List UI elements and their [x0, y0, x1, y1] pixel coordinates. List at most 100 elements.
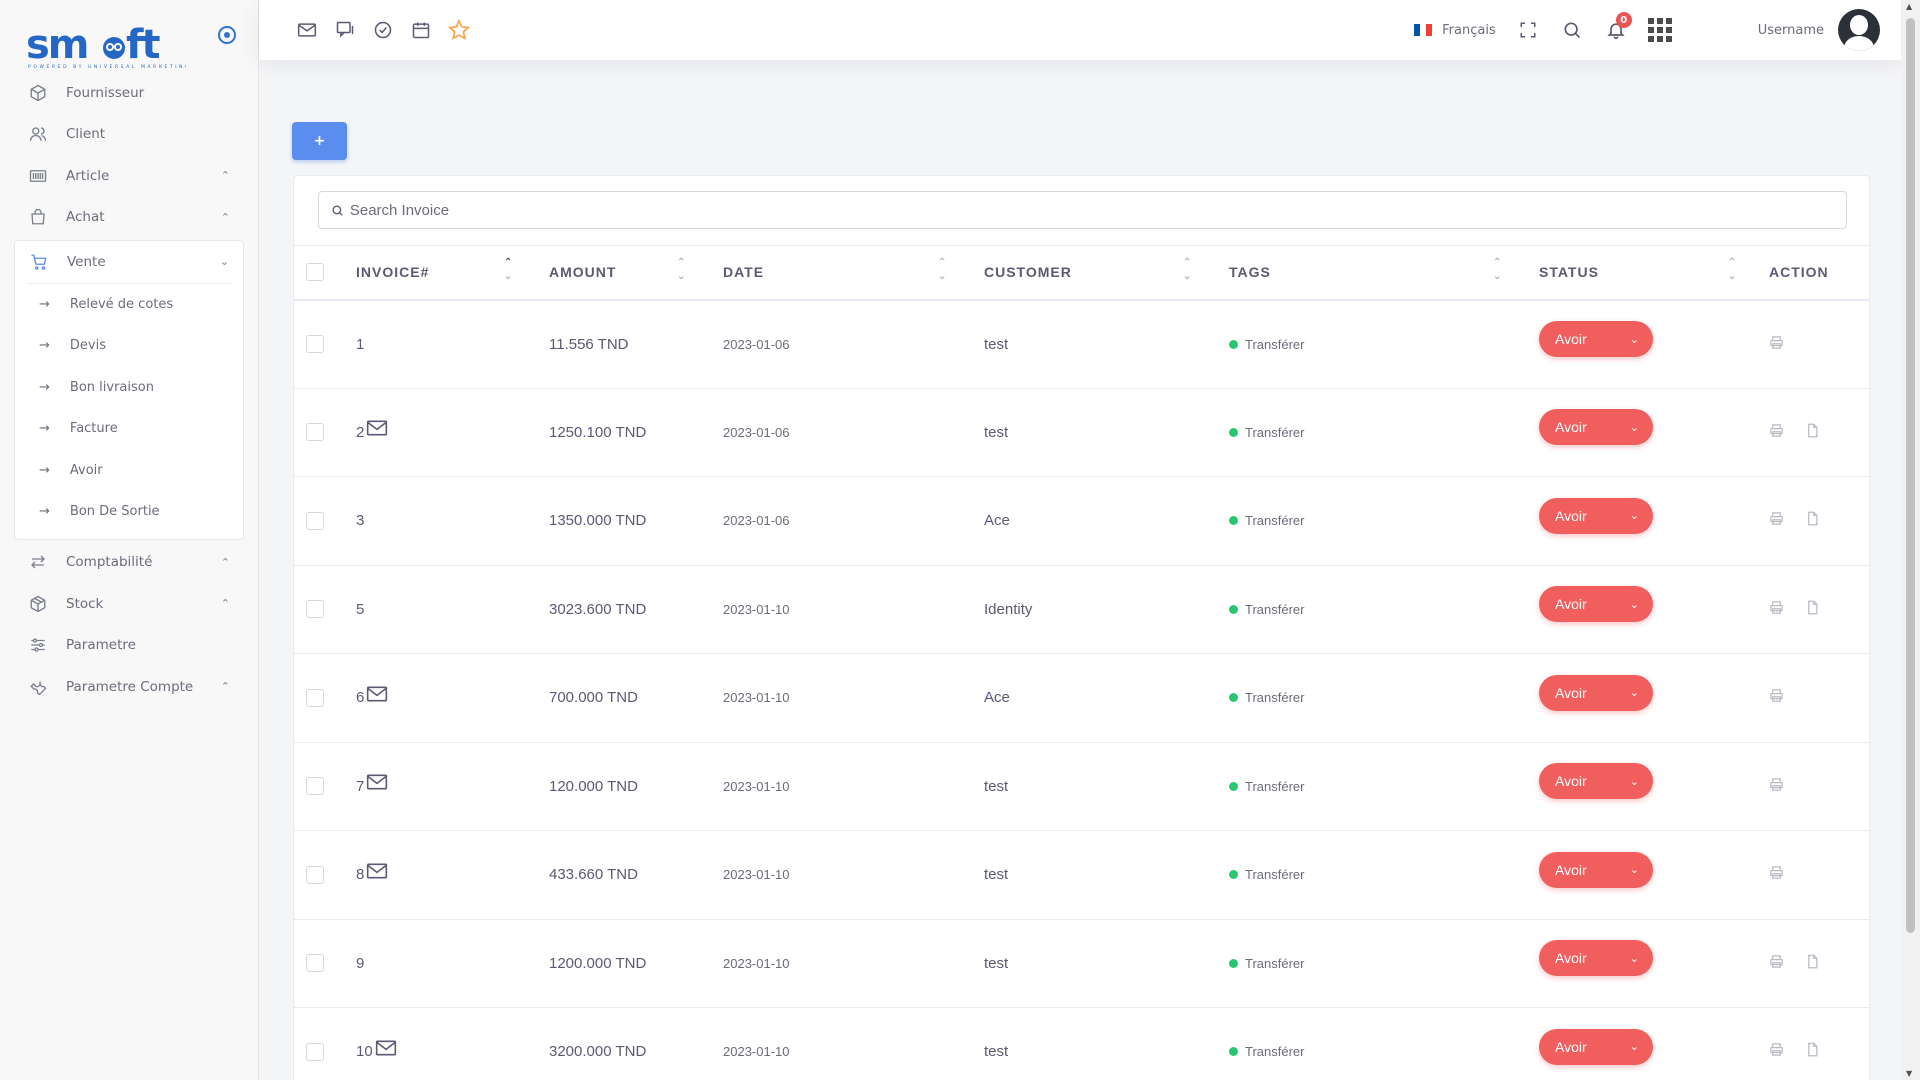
- file-icon[interactable]: [1805, 423, 1821, 439]
- sidebar-subitem-devis[interactable]: → Devis: [15, 325, 243, 367]
- sidebar-item-parametre-compte[interactable]: Parametre Compte ⌃: [14, 666, 244, 708]
- header-tags[interactable]: TAGS ⌃ ⌄: [1229, 246, 1539, 300]
- sidebar-item-vente[interactable]: Vente ⌄: [15, 241, 243, 283]
- invoice-number[interactable]: 3: [356, 512, 364, 529]
- table-row[interactable]: 8 433.660 TND 2023-01-10 test Transférer…: [294, 831, 1871, 919]
- sidebar-item-stock[interactable]: Stock ⌃: [14, 583, 244, 625]
- mail-icon[interactable]: [375, 1040, 397, 1060]
- row-checkbox[interactable]: [306, 511, 324, 530]
- brand-logo[interactable]: sm ft POWERED BY UNIVERSAL MARKETING: [26, 20, 189, 70]
- status-dropdown-button[interactable]: Avoir ⌄: [1539, 321, 1653, 357]
- calendar-icon[interactable]: [409, 18, 433, 42]
- sidebar-toggle-icon[interactable]: [218, 26, 236, 44]
- invoice-number[interactable]: 5: [356, 601, 364, 618]
- mail-icon[interactable]: [366, 863, 388, 883]
- status-dropdown-button[interactable]: Avoir ⌄: [1539, 1028, 1653, 1065]
- select-all-checkbox[interactable]: [306, 263, 324, 282]
- sort-icon[interactable]: ⌃ ⌄: [1493, 256, 1502, 284]
- sidebar-subitem-bon-livraison[interactable]: → Bon livraison: [15, 367, 243, 409]
- table-row[interactable]: 9 1200.000 TND 2023-01-10 test Transfére…: [294, 919, 1871, 1008]
- mail-icon[interactable]: [295, 18, 319, 42]
- search-icon[interactable]: [1560, 18, 1584, 42]
- printer-icon[interactable]: [1769, 511, 1785, 527]
- printer-icon[interactable]: [1769, 688, 1785, 704]
- file-icon[interactable]: [1805, 954, 1821, 970]
- table-row[interactable]: 10 3200.000 TND 2023-01-10 test Transfér…: [294, 1008, 1871, 1080]
- sort-icon[interactable]: ⌃ ⌄: [1183, 256, 1192, 284]
- sidebar-subitem-releve-de-cotes[interactable]: → Relevé de cotes: [15, 284, 243, 326]
- table-row[interactable]: 6 700.000 TND 2023-01-10 Ace Transférer …: [294, 654, 1871, 742]
- sort-icon[interactable]: ⌃ ⌄: [504, 256, 513, 284]
- sort-icon[interactable]: ⌃ ⌄: [677, 256, 686, 284]
- sidebar-item-parametre[interactable]: Parametre: [14, 625, 244, 667]
- invoice-number[interactable]: 9: [356, 955, 364, 972]
- printer-icon[interactable]: [1769, 600, 1785, 616]
- printer-icon[interactable]: [1769, 1042, 1785, 1058]
- table-row[interactable]: 3 1350.000 TND 2023-01-06 Ace Transférer…: [294, 477, 1871, 565]
- invoice-number[interactable]: 6: [356, 689, 364, 706]
- add-invoice-button[interactable]: +: [292, 122, 347, 160]
- header-amount[interactable]: AMOUNT ⌃ ⌄: [549, 246, 723, 300]
- search-input[interactable]: [349, 201, 1846, 219]
- status-dropdown-button[interactable]: Avoir ⌄: [1539, 497, 1653, 534]
- sidebar-item-client[interactable]: Client: [14, 114, 244, 156]
- sidebar-subitem-bon-de-sortie[interactable]: → Bon De Sortie: [15, 491, 243, 533]
- row-checkbox[interactable]: [306, 688, 324, 707]
- mail-icon[interactable]: [366, 420, 388, 440]
- file-icon[interactable]: [1805, 511, 1821, 527]
- sidebar-item-fournisseur[interactable]: Fournisseur: [14, 72, 244, 114]
- row-checkbox[interactable]: [306, 777, 324, 796]
- mail-icon[interactable]: [366, 774, 388, 794]
- row-checkbox[interactable]: [306, 335, 324, 353]
- file-icon[interactable]: [1805, 1042, 1821, 1058]
- invoice-number[interactable]: 2: [356, 424, 364, 441]
- header-invoice[interactable]: INVOICE# ⌃ ⌄: [356, 246, 549, 300]
- row-checkbox[interactable]: [306, 1042, 324, 1061]
- star-icon[interactable]: [447, 18, 471, 42]
- row-checkbox[interactable]: [306, 423, 324, 442]
- apps-grid-icon[interactable]: [1647, 18, 1672, 42]
- invoice-number[interactable]: 7: [356, 778, 364, 795]
- printer-icon[interactable]: [1769, 865, 1785, 881]
- check-circle-icon[interactable]: [371, 18, 395, 42]
- printer-icon[interactable]: [1769, 423, 1785, 439]
- sort-icon[interactable]: ⌃ ⌄: [1728, 256, 1737, 284]
- sort-icon[interactable]: ⌃ ⌄: [938, 256, 947, 284]
- chat-icon[interactable]: [333, 18, 357, 42]
- scrollbar-thumb[interactable]: [1906, 18, 1915, 933]
- username[interactable]: Username: [1758, 23, 1824, 38]
- header-date[interactable]: DATE ⌃ ⌄: [723, 246, 984, 300]
- printer-icon[interactable]: [1769, 954, 1785, 970]
- status-dropdown-button[interactable]: Avoir ⌄: [1539, 409, 1653, 446]
- mail-icon[interactable]: [366, 686, 388, 706]
- header-status[interactable]: STATUS ⌃ ⌄: [1539, 246, 1769, 300]
- scroll-up-icon[interactable]: ▲: [1906, 2, 1912, 11]
- sidebar-item-achat[interactable]: Achat ⌃: [14, 197, 244, 239]
- status-dropdown-button[interactable]: Avoir ⌄: [1539, 763, 1653, 800]
- invoice-number[interactable]: 1: [356, 336, 364, 353]
- status-dropdown-button[interactable]: Avoir ⌄: [1539, 940, 1653, 977]
- sidebar-item-comptabilite[interactable]: Comptabilité ⌃: [14, 542, 244, 584]
- row-checkbox[interactable]: [306, 865, 324, 884]
- sidebar-subitem-facture[interactable]: → Facture: [15, 408, 243, 450]
- row-checkbox[interactable]: [306, 600, 324, 619]
- fullscreen-icon[interactable]: [1516, 18, 1540, 42]
- search-box[interactable]: [318, 191, 1847, 229]
- invoice-number[interactable]: 8: [356, 866, 364, 883]
- table-row[interactable]: 7 120.000 TND 2023-01-10 test Transférer…: [294, 742, 1871, 831]
- avatar[interactable]: [1838, 9, 1880, 51]
- table-row[interactable]: 5 3023.600 TND 2023-01-10 Identity Trans…: [294, 565, 1871, 654]
- bell-icon[interactable]: 0: [1604, 12, 1632, 42]
- invoice-number[interactable]: 10: [356, 1043, 373, 1060]
- printer-icon[interactable]: [1769, 335, 1785, 351]
- sidebar-item-article[interactable]: Article ⌃: [14, 155, 244, 197]
- file-icon[interactable]: [1805, 600, 1821, 616]
- status-dropdown-button[interactable]: Avoir ⌄: [1539, 851, 1653, 888]
- sidebar-subitem-avoir[interactable]: → Avoir: [15, 450, 243, 492]
- table-row[interactable]: 1 11.556 TND 2023-01-06 test Transférer …: [294, 300, 1871, 388]
- status-dropdown-button[interactable]: Avoir ⌄: [1539, 586, 1653, 623]
- language-selector[interactable]: Français: [1414, 23, 1496, 38]
- header-customer[interactable]: CUSTOMER ⌃ ⌄: [984, 246, 1229, 300]
- row-checkbox[interactable]: [306, 954, 324, 973]
- page-scrollbar[interactable]: ▲ ▼: [1901, 0, 1920, 1080]
